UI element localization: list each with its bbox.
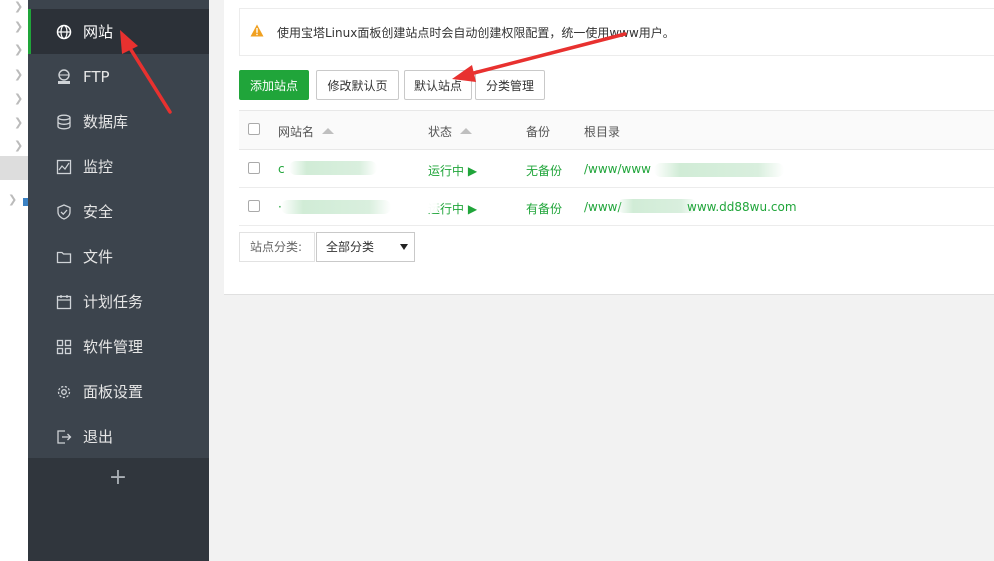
chevron-right-icon[interactable]: ❯: [14, 0, 23, 13]
shield-icon: [55, 203, 73, 221]
sidebar-item-label: FTP: [83, 67, 110, 86]
redaction-blur: [289, 161, 377, 175]
table-row: c 运行中 ▶ 无备份 /www/www: [239, 150, 994, 188]
monitor-icon: [55, 158, 73, 176]
calendar-icon: [55, 293, 73, 311]
tree-selected-row[interactable]: [0, 156, 28, 180]
table-row: · 运行中 ▶ 有备份 /www/ www.dd88wu.com: [239, 188, 994, 226]
redaction-blur: [281, 200, 391, 214]
table-header: 网站名 状态 备份 根目录: [239, 111, 994, 150]
sort-up-icon[interactable]: [322, 127, 335, 134]
backup-link[interactable]: 无备份: [526, 162, 562, 179]
sidebar-item-label: 软件管理: [83, 338, 144, 356]
sidebar-item-label: 文件: [83, 248, 114, 266]
sidebar-item-ftp[interactable]: FTP: [28, 54, 209, 99]
column-header-name[interactable]: 网站名: [278, 123, 335, 140]
chevron-right-icon[interactable]: ❯: [14, 92, 23, 105]
sidebar-item-label: 网站: [83, 23, 114, 41]
site-name-link[interactable]: c: [278, 162, 285, 176]
sidebar-item-label: 数据库: [83, 113, 129, 131]
chevron-right-icon[interactable]: ❯: [14, 43, 23, 56]
chevron-right-icon[interactable]: ❯: [14, 116, 23, 129]
site-status[interactable]: 运行中 ▶: [428, 162, 477, 179]
select-all-checkbox[interactable]: [248, 123, 260, 135]
add-site-button[interactable]: 添加站点: [239, 70, 309, 100]
sidebar-item-label: 计划任务: [83, 293, 144, 311]
redaction-blur: [617, 199, 697, 213]
row-checkbox[interactable]: [248, 162, 260, 174]
sidebar-item-label: 监控: [83, 158, 114, 176]
category-filter: 站点分类: 全部分类: [239, 232, 415, 262]
sidebar-item-security[interactable]: 安全: [28, 189, 209, 234]
logout-icon: [55, 428, 73, 446]
database-icon: [55, 113, 73, 131]
edit-default-page-button[interactable]: 修改默认页: [316, 70, 399, 100]
site-panel: 使用宝塔Linux面板创建站点时会自动创建权限配置，统一使用www用户。 添加站…: [224, 0, 994, 295]
column-header-label: 网站名: [278, 125, 315, 139]
sidebar-item-website[interactable]: 网站: [28, 9, 209, 54]
sidebar-item-panel-settings[interactable]: 面板设置: [28, 369, 209, 414]
redaction-blur: [654, 163, 784, 177]
sidebar: 网站 FTP 数据库 监控 安全 文件 计划任务 软件管理 面板设置 退出 +: [28, 0, 209, 561]
sidebar-nav: 网站 FTP 数据库 监控 安全 文件 计划任务 软件管理 面板设置 退出: [28, 0, 209, 458]
default-site-button[interactable]: 默认站点: [404, 70, 472, 100]
sidebar-item-label: 面板设置: [83, 383, 144, 401]
root-dir-link[interactable]: /www/www: [584, 162, 651, 176]
sidebar-item-monitor[interactable]: 监控: [28, 144, 209, 189]
root-dir-suffix[interactable]: www.dd88wu.com: [687, 200, 797, 214]
sidebar-item-software[interactable]: 软件管理: [28, 324, 209, 369]
root-dir-prefix[interactable]: /www/: [584, 200, 622, 214]
category-select-value: 全部分类: [326, 240, 375, 254]
caret-down-icon: [400, 244, 408, 250]
redaction-blur: [419, 199, 441, 213]
globe-icon: [55, 23, 73, 41]
chevron-right-icon[interactable]: ❯: [8, 193, 17, 206]
category-filter-label: 站点分类:: [239, 232, 315, 262]
notice-bar: 使用宝塔Linux面板创建站点时会自动创建权限配置，统一使用www用户。: [239, 8, 994, 56]
column-header-backup: 备份: [526, 125, 551, 139]
gear-icon: [55, 383, 73, 401]
folder-icon: [55, 248, 73, 266]
sidebar-item-database[interactable]: 数据库: [28, 99, 209, 144]
chevron-right-icon[interactable]: ❯: [14, 139, 23, 152]
sidebar-item-cron[interactable]: 计划任务: [28, 279, 209, 324]
ftp-icon: [55, 68, 73, 86]
category-manage-button[interactable]: 分类管理: [475, 70, 545, 100]
sidebar-item-label: 退出: [83, 428, 114, 446]
file-tree-strip: ❯ ❯ ❯ ❯ ❯ ❯ ❯ ❯: [0, 0, 29, 561]
category-select[interactable]: 全部分类: [316, 232, 415, 262]
sidebar-item-files[interactable]: 文件: [28, 234, 209, 279]
sidebar-item-logout[interactable]: 退出: [28, 414, 209, 459]
notice-text: 使用宝塔Linux面板创建站点时会自动创建权限配置，统一使用www用户。: [277, 26, 675, 40]
backup-link[interactable]: 有备份: [526, 200, 562, 217]
chevron-right-icon[interactable]: ❯: [14, 68, 23, 81]
column-header-label: 状态: [428, 125, 453, 139]
site-table: 网站名 状态 备份 根目录 c 运行中 ▶ 无备份 /www/www · 运行中…: [239, 110, 994, 226]
warning-icon: [250, 24, 264, 41]
add-shortcut-button[interactable]: +: [106, 466, 130, 490]
grid-icon: [55, 338, 73, 356]
chevron-right-icon[interactable]: ❯: [14, 20, 23, 33]
column-header-status[interactable]: 状态: [428, 123, 473, 140]
sidebar-item-label: 安全: [83, 203, 114, 221]
row-checkbox[interactable]: [248, 200, 260, 212]
column-header-root: 根目录: [584, 125, 621, 139]
sort-up-icon[interactable]: [460, 127, 473, 134]
